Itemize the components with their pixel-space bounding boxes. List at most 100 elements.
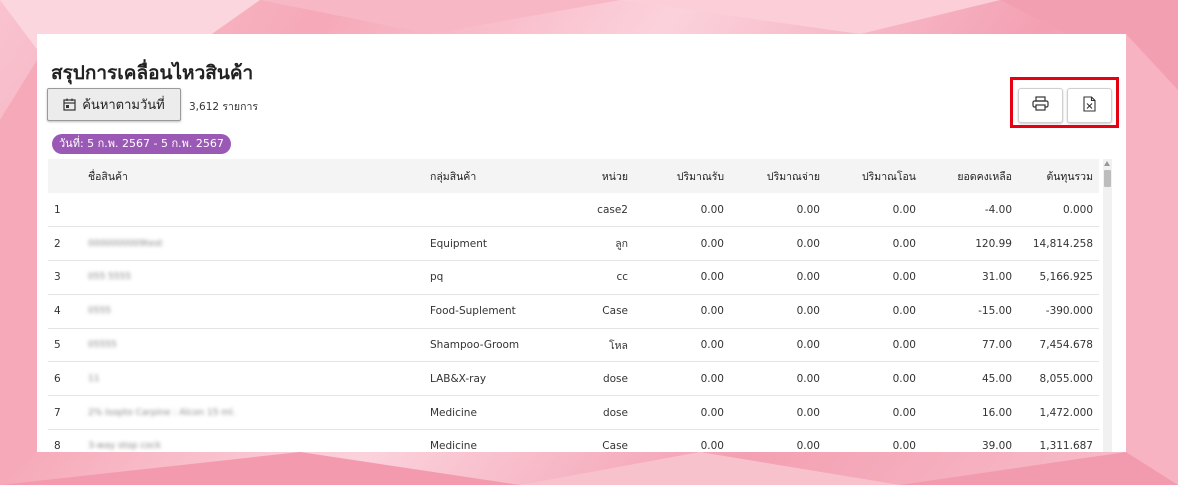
table-row[interactable]: 1 case2 0.00 0.00 0.00 -4.00 0.000 <box>48 193 1099 227</box>
cell-received-qty: 0.00 <box>700 339 724 352</box>
movement-table: ชื่อสินค้า กลุ่มสินค้า หน่วย ปริมาณรับ ป… <box>48 159 1099 452</box>
cell-unit: ลูก <box>615 238 628 251</box>
cell-row-number: 7 <box>54 406 61 419</box>
report-panel: สรุปการเคลื่อนไหวสินค้า ค้นหาตามวันที่ 3… <box>37 34 1126 452</box>
table-row[interactable]: 6 11 LAB&X-ray dose 0.00 0.00 0.00 45.00 8,055.0… <box>48 362 1099 396</box>
date-search-label: ค้นหาตามวันที่ <box>82 98 165 113</box>
cell-balance-qty: 39.00 <box>981 440 1012 452</box>
scroll-up-arrow-icon[interactable] <box>1104 161 1110 166</box>
col-header-balance[interactable]: ยอดคงเหลือ <box>922 159 1018 193</box>
cell-issued-qty: 0.00 <box>796 372 820 385</box>
cell-total-cost: 5,166.925 <box>1039 271 1093 284</box>
date-search-button[interactable]: ค้นหาตามวันที่ <box>47 88 181 121</box>
cell-product-group: Medicine <box>430 406 477 419</box>
excel-file-icon <box>1083 95 1096 116</box>
cell-received-qty: 0.00 <box>700 203 724 216</box>
cell-transferred-qty: 0.00 <box>892 237 916 250</box>
cell-product-group: LAB&X-ray <box>430 372 487 385</box>
cell-total-cost: 8,055.000 <box>1039 372 1093 385</box>
cell-transferred-qty: 0.00 <box>892 305 916 318</box>
col-header-total-cost[interactable]: ต้นทุนรวม <box>1018 159 1099 193</box>
col-header-received[interactable]: ปริมาณรับ <box>634 159 730 193</box>
cell-transferred-qty: 0.00 <box>892 339 916 352</box>
table-body: 1 case2 0.00 0.00 0.00 -4.00 0.000 2 0000000009t… <box>48 193 1099 452</box>
cell-product-group: Medicine <box>430 440 477 452</box>
cell-product-name: 11 <box>88 373 100 384</box>
col-header-product-group[interactable]: กลุ่มสินค้า <box>424 159 552 193</box>
col-header-product-name[interactable]: ชื่อสินค้า <box>82 159 424 193</box>
cell-row-number: 8 <box>54 440 61 452</box>
record-count: 3,612 รายการ <box>189 101 258 113</box>
cell-balance-qty: -15.00 <box>978 305 1012 318</box>
cell-row-number: 1 <box>54 203 61 216</box>
cell-balance-qty: 120.99 <box>975 237 1012 250</box>
cell-total-cost: 1,472.000 <box>1039 406 1093 419</box>
cell-row-number: 2 <box>54 237 61 250</box>
cell-row-number: 5 <box>54 339 61 352</box>
cell-unit: dose <box>602 372 628 385</box>
cell-received-qty: 0.00 <box>700 406 724 419</box>
col-header-issued[interactable]: ปริมาณจ่าย <box>730 159 826 193</box>
cell-product-name: 055 5555 <box>88 272 131 283</box>
cell-product-group: Food-Suplement <box>430 305 516 318</box>
export-excel-button[interactable] <box>1067 88 1112 123</box>
calendar-icon <box>63 98 76 111</box>
cell-product-name: 2% Isopto Carpine : Alcon 15 ml. <box>88 407 236 418</box>
printer-icon <box>1032 96 1049 115</box>
cell-transferred-qty: 0.00 <box>892 440 916 452</box>
cell-transferred-qty: 0.00 <box>892 271 916 284</box>
cell-received-qty: 0.00 <box>700 271 724 284</box>
cell-total-cost: -390.000 <box>1045 305 1093 318</box>
date-range-chip: วันที่: 5 ก.พ. 2567 - 5 ก.พ. 2567 <box>52 134 231 154</box>
cell-total-cost: 1,311.687 <box>1039 440 1093 452</box>
cell-balance-qty: 31.00 <box>981 271 1012 284</box>
table-scrollbar[interactable] <box>1103 159 1112 452</box>
cell-product-name <box>82 193 424 227</box>
cell-product-name: 05555 <box>88 340 117 351</box>
cell-unit: Case <box>602 305 628 318</box>
cell-unit: โหล <box>609 339 628 352</box>
cell-product-group: Shampoo-Groom <box>430 339 520 352</box>
cell-product-name: 0555 <box>88 306 111 317</box>
cell-balance-qty: -4.00 <box>984 203 1012 216</box>
cell-transferred-qty: 0.00 <box>892 372 916 385</box>
table-row[interactable]: 7 2% Isopto Carpine : Alcon 15 ml. Medicin… <box>48 396 1099 430</box>
table-row[interactable]: 4 0555 Food-Suplement Case 0.00 0.00 0.00 -15.0… <box>48 294 1099 329</box>
print-button[interactable] <box>1018 88 1063 123</box>
cell-unit: case2 <box>597 203 628 216</box>
cell-unit: cc <box>616 271 628 284</box>
scroll-thumb[interactable] <box>1104 170 1111 187</box>
cell-row-number: 4 <box>54 305 61 318</box>
cell-received-qty: 0.00 <box>700 305 724 318</box>
cell-issued-qty: 0.00 <box>796 271 820 284</box>
table-row[interactable]: 8 3-way stop cock Medicine Case 0.00 0.00 0.00… <box>48 430 1099 452</box>
cell-issued-qty: 0.00 <box>796 440 820 452</box>
cell-balance-qty: 16.00 <box>981 406 1012 419</box>
col-header-transferred[interactable]: ปริมาณโอน <box>826 159 922 193</box>
cell-total-cost: 14,814.258 <box>1032 237 1093 250</box>
cell-total-cost: 7,454.678 <box>1039 339 1093 352</box>
cell-received-qty: 0.00 <box>700 237 724 250</box>
cell-balance-qty: 45.00 <box>981 372 1012 385</box>
cell-transferred-qty: 0.00 <box>892 203 916 216</box>
cell-row-number: 6 <box>54 372 61 385</box>
table-row[interactable]: 5 05555 Shampoo-Groom โหล 0.00 0.00 0.00 77.00 7… <box>48 328 1099 362</box>
cell-product-name: 3-way stop cock <box>88 441 161 452</box>
cell-product-group: pq <box>430 271 444 284</box>
cell-total-cost: 0.000 <box>1062 203 1093 216</box>
col-header-no <box>48 159 82 193</box>
cell-unit: dose <box>602 406 628 419</box>
cell-received-qty: 0.00 <box>700 440 724 452</box>
cell-received-qty: 0.00 <box>700 372 724 385</box>
table-row[interactable]: 3 055 5555 pq cc 0.00 0.00 0.00 31.00 5,166.925 <box>48 261 1099 295</box>
cell-issued-qty: 0.00 <box>796 339 820 352</box>
cell-row-number: 3 <box>54 271 61 284</box>
cell-product-group <box>424 193 552 227</box>
cell-issued-qty: 0.00 <box>796 237 820 250</box>
cell-transferred-qty: 0.00 <box>892 406 916 419</box>
cell-balance-qty: 77.00 <box>981 339 1012 352</box>
col-header-unit[interactable]: หน่วย <box>552 159 634 193</box>
table-header: ชื่อสินค้า กลุ่มสินค้า หน่วย ปริมาณรับ ป… <box>48 159 1099 193</box>
table-row[interactable]: 2 0000000009test Equipment ลูก 0.00 0.00 0.00 1… <box>48 227 1099 261</box>
cell-issued-qty: 0.00 <box>796 203 820 216</box>
